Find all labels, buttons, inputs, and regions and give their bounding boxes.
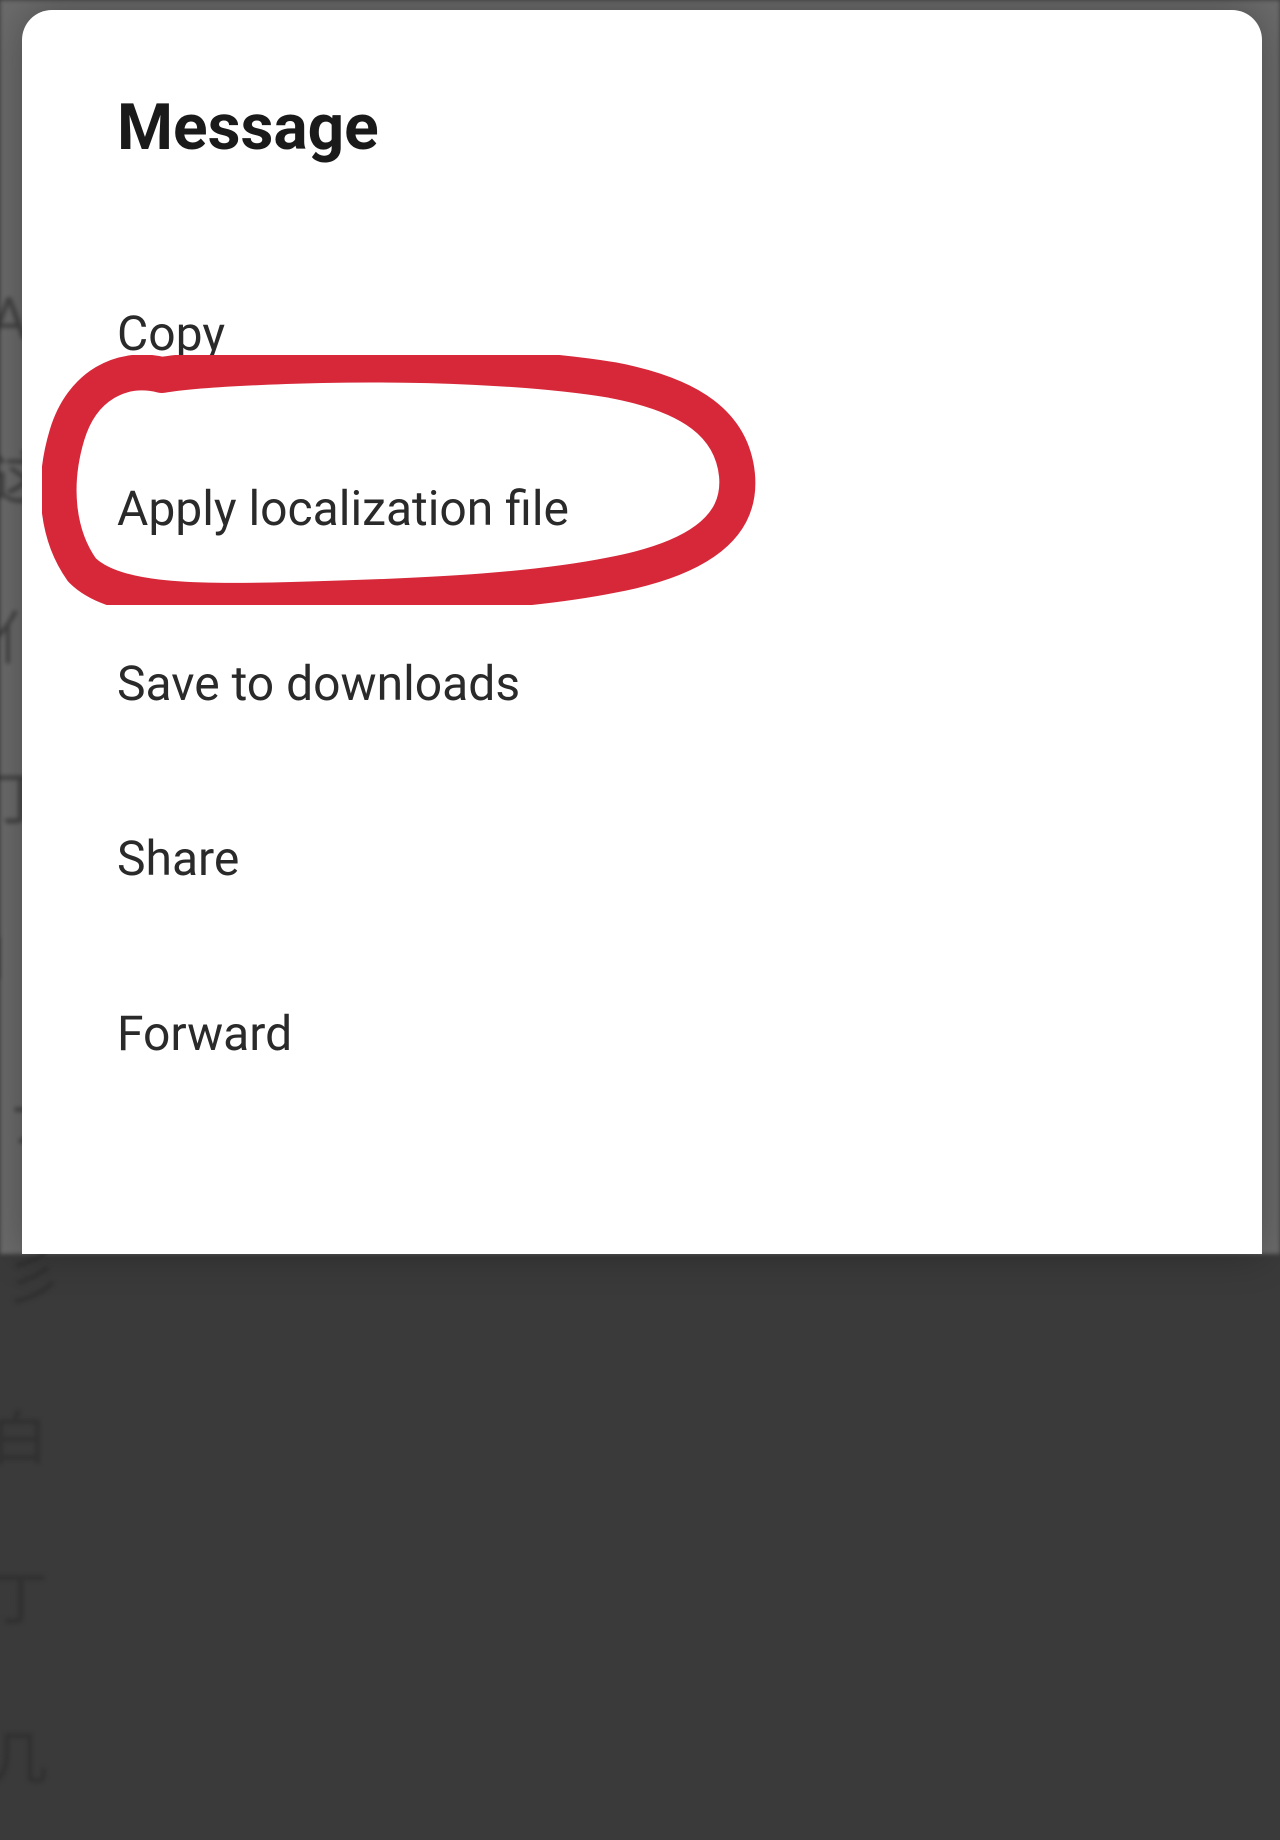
menu-item-label: Copy [117,305,225,362]
menu-item-copy[interactable]: Copy [117,305,1172,362]
dialog-title: Message [117,90,1172,165]
menu-item-forward[interactable]: Forward [117,1005,1172,1062]
message-context-menu: Message Copy Apply localization file Sav… [22,10,1262,1254]
menu-item-save-to-downloads[interactable]: Save to downloads [117,655,1172,712]
menu-item-label: Save to downloads [117,655,520,712]
menu-item-label: Apply localization file [117,480,569,537]
menu-item-apply-localization-file[interactable]: Apply localization file [117,480,1172,537]
menu-item-label: Share [117,830,239,887]
menu-item-share[interactable]: Share [117,830,1172,887]
menu-item-label: Forward [117,1005,292,1062]
